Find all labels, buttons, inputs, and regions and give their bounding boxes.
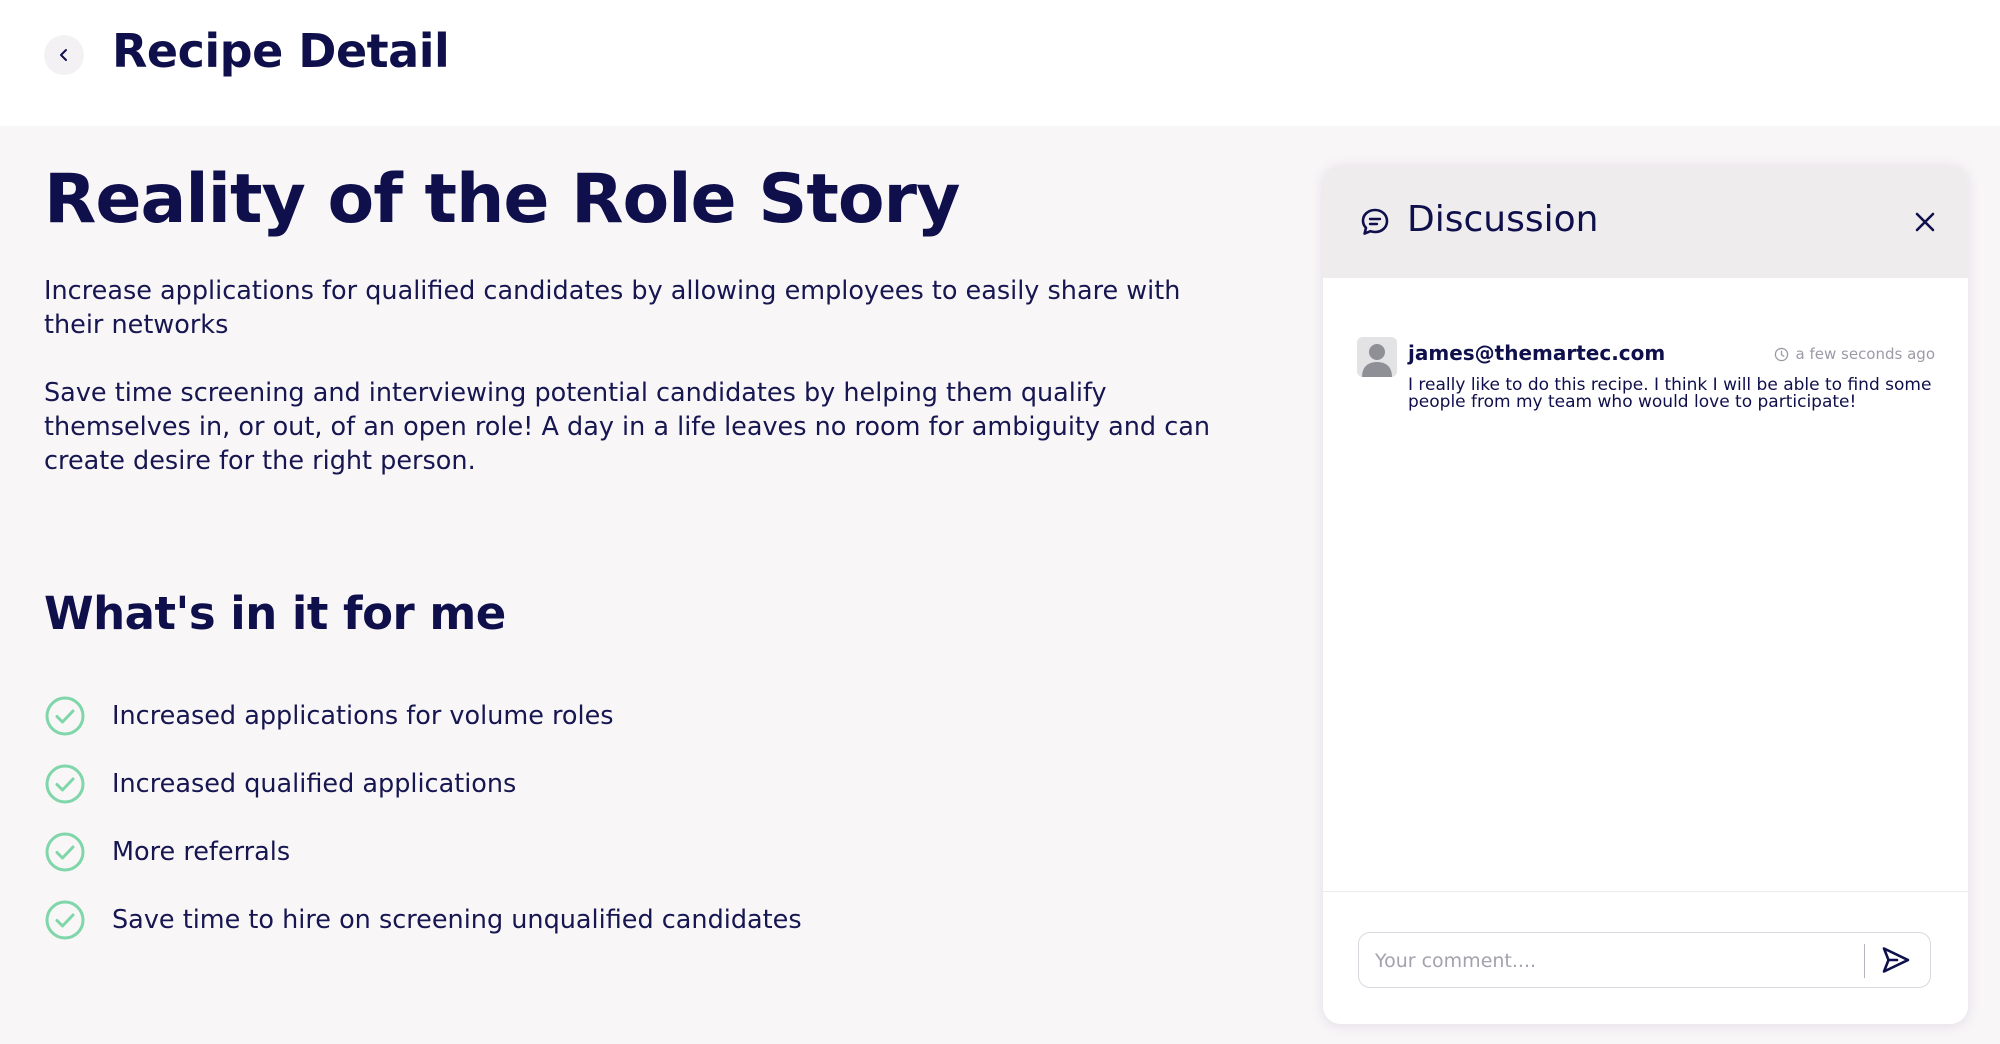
comment-input-box bbox=[1358, 932, 1931, 988]
recipe-title: Reality of the Role Story bbox=[44, 160, 960, 239]
close-icon bbox=[1915, 212, 1935, 232]
page-title: Recipe Detail bbox=[112, 24, 450, 78]
benefit-label: Increased qualified applications bbox=[112, 769, 517, 799]
comment-timestamp: a few seconds ago bbox=[1774, 345, 1935, 363]
comment-input[interactable] bbox=[1373, 941, 1857, 981]
benefit-item: Save time to hire on screening unqualifi… bbox=[44, 886, 802, 954]
benefit-item: Increased applications for volume roles bbox=[44, 682, 802, 750]
back-button[interactable] bbox=[44, 35, 84, 75]
check-circle-icon bbox=[45, 900, 85, 940]
benefit-label: Increased applications for volume roles bbox=[112, 701, 614, 731]
chevron-left-icon bbox=[60, 49, 67, 61]
discussion-panel: Discussion james@themartec.com a few sec… bbox=[1323, 165, 1968, 1024]
benefits-list: Increased applications for volume roles … bbox=[44, 682, 802, 954]
benefit-label: More referrals bbox=[112, 837, 291, 867]
send-button[interactable] bbox=[1874, 941, 1918, 979]
input-divider bbox=[1864, 944, 1865, 978]
discussion-header: Discussion bbox=[1323, 165, 1968, 278]
comment-composer bbox=[1323, 891, 1968, 1024]
clock-icon bbox=[1774, 347, 1788, 361]
recipe-description: Save time screening and interviewing pot… bbox=[44, 378, 1211, 476]
chat-bubble-icon bbox=[1361, 208, 1389, 235]
user-placeholder-icon bbox=[1357, 337, 1397, 377]
top-bar: Recipe Detail bbox=[0, 0, 2000, 126]
check-circle-icon bbox=[45, 764, 85, 804]
check-circle-icon bbox=[45, 832, 85, 872]
recipe-description: Increase applications for qualified cand… bbox=[44, 276, 1181, 340]
discussion-title: Discussion bbox=[1407, 199, 1599, 240]
benefit-label: Save time to hire on screening unqualifi… bbox=[112, 905, 802, 935]
comment-item: james@themartec.com a few seconds ago I … bbox=[1357, 337, 1935, 417]
recipe-content: Reality of the Role Story Increase appli… bbox=[0, 126, 2000, 1044]
send-icon bbox=[1882, 947, 1910, 973]
benefits-heading: What's in it for me bbox=[44, 587, 506, 640]
check-circle-icon bbox=[45, 696, 85, 736]
comment-text: I really like to do this recipe. I think… bbox=[1408, 375, 1932, 412]
benefit-item: More referrals bbox=[44, 818, 802, 886]
comment-time-label: a few seconds ago bbox=[1795, 345, 1935, 363]
benefit-item: Increased qualified applications bbox=[44, 750, 802, 818]
close-button[interactable] bbox=[1908, 205, 1942, 239]
avatar bbox=[1357, 337, 1397, 377]
comment-author[interactable]: james@themartec.com bbox=[1408, 341, 1665, 365]
